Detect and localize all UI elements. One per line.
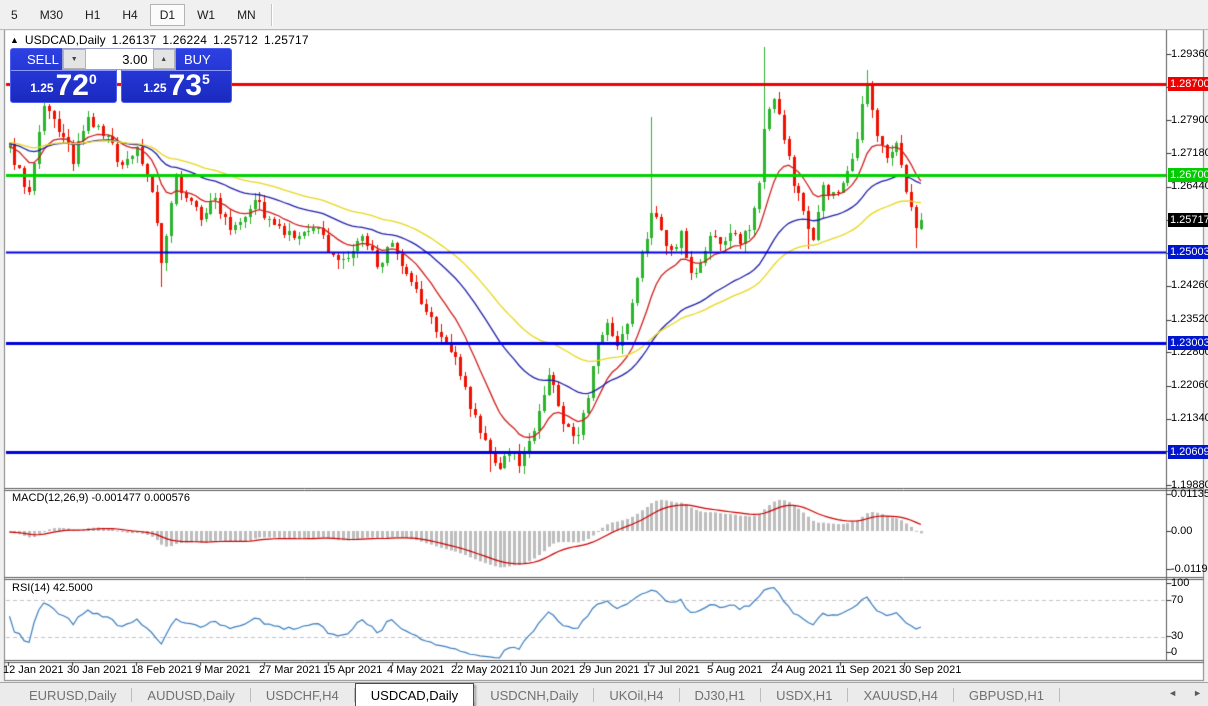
ohlc-close: 1.25717 (263, 33, 309, 47)
volume-input[interactable] (85, 49, 153, 69)
sell-price: 1.25 72 0 (11, 70, 116, 102)
chart-tab-bar: EURUSD,Daily AUDUSD,Daily USDCHF,H4 USDCAD,… (0, 682, 1208, 706)
macd-axis-tick: 0.01135 (1171, 487, 1208, 500)
buy-price-small: 1.25 (143, 81, 167, 95)
date-axis-tick: 15 Apr 2021 (323, 664, 383, 676)
price-badge-1.20609: 1.20609 (1168, 444, 1208, 459)
macd-axis-tick: 0.00 (1171, 524, 1193, 537)
date-axis-tick: 24 Aug 2021 (771, 664, 833, 676)
toolbar-separator (270, 3, 273, 26)
tab-audusd-daily[interactable]: AUDUSD,Daily (132, 683, 249, 706)
volume-increase-button[interactable]: ▲ (152, 49, 175, 69)
date-axis-tick: 9 Mar 2021 (195, 664, 251, 676)
timeframe-button-h4[interactable]: H4 (112, 4, 147, 26)
symbol-label: USDCAD,Daily (24, 33, 106, 47)
date-axis-tick: 17 Jul 2021 (643, 664, 700, 676)
price-axis-tick: 1.21340 (1171, 412, 1208, 425)
price-axis-tick: 1.24260 (1171, 279, 1208, 292)
timeframe-button-h1[interactable]: H1 (75, 4, 110, 26)
rsi-axis-tick: 0 (1171, 646, 1178, 658)
scroll-right-icon[interactable]: ► (1193, 688, 1202, 698)
tab-usdx-h1[interactable]: USDX,H1 (761, 683, 847, 706)
date-axis-tick: 4 May 2021 (387, 664, 445, 676)
rsi-axis-tick: 30 (1171, 630, 1184, 642)
price-axis-tick: 1.22060 (1171, 379, 1208, 392)
rsi-label: RSI(14) 42.5000 (12, 582, 93, 594)
tab-dj30-h1[interactable]: DJ30,H1 (680, 683, 761, 706)
sell-price-small: 1.25 (30, 81, 54, 95)
macd-axis-tick: -0.01190 (1171, 562, 1208, 575)
date-axis-tick: 29 Jun 2021 (579, 664, 640, 676)
price-badge-1.25717: 1.25717 (1168, 212, 1208, 227)
tab-gbpusd-h1[interactable]: GBPUSD,H1 (954, 683, 1059, 706)
tab-usdcad-daily[interactable]: USDCAD,Daily (354, 683, 475, 706)
ohlc-open: 1.26137 (111, 33, 157, 47)
macd-label: MACD(12,26,9) -0.001477 0.000576 (12, 492, 190, 504)
price-axis-tick: 1.27900 (1171, 113, 1208, 126)
date-axis-tick: 30 Jan 2021 (67, 664, 128, 676)
sell-price-sup: 0 (88, 71, 97, 87)
tab-scroll-arrows: ◄ ► (1168, 688, 1202, 698)
price-badge-1.25003: 1.25003 (1168, 245, 1208, 260)
price-axis-tick: 1.29360 (1171, 47, 1208, 60)
buy-price-big: 73 (168, 69, 202, 102)
scroll-left-icon[interactable]: ◄ (1168, 688, 1177, 698)
ohlc-high: 1.26224 (162, 33, 208, 47)
buy-price: 1.25 73 5 (122, 70, 231, 102)
date-axis-tick: 27 Mar 2021 (259, 664, 321, 676)
date-axis-tick: 10 Jun 2021 (515, 664, 576, 676)
mt4-window: 5 M30 H1 H4 D1 W1 MN ▲ USDCAD,Daily 1.26137 1.… (0, 0, 1208, 706)
volume-decrease-button[interactable]: ▼ (63, 49, 86, 69)
rsi-axis-tick: 100 (1171, 577, 1190, 589)
tab-divider (1059, 688, 1060, 702)
chart-title: ▲ USDCAD,Daily 1.26137 1.26224 1.25712 1… (10, 33, 309, 47)
date-axis-tick: 22 May 2021 (451, 664, 515, 676)
price-badge-1.26700: 1.26700 (1168, 168, 1208, 182)
tab-usdchf-h4[interactable]: USDCHF,H4 (251, 683, 354, 706)
price-axis-tick: 1.27180 (1171, 146, 1208, 159)
price-axis-tick: 1.26440 (1171, 180, 1208, 193)
date-axis-tick: 30 Sep 2021 (899, 664, 962, 676)
chart-canvas[interactable] (0, 0, 1208, 706)
sell-price-big: 72 (55, 69, 89, 102)
tab-usdcnh-daily[interactable]: USDCNH,Daily (475, 683, 593, 706)
date-axis-tick: 5 Aug 2021 (707, 664, 763, 676)
sell-button-label: SELL (27, 52, 59, 67)
price-badge-1.28700: 1.28700 (1168, 77, 1208, 92)
date-axis-tick: 18 Feb 2021 (131, 664, 193, 676)
tab-xauusd-h4[interactable]: XAUUSD,H4 (848, 683, 952, 706)
tab-eurusd-daily[interactable]: EURUSD,Daily (14, 683, 131, 706)
buy-price-sup: 5 (201, 71, 210, 87)
timeframe-button-d1[interactable]: D1 (149, 3, 186, 26)
timeframe-button-mn[interactable]: MN (227, 4, 266, 26)
timeframe-button-w1[interactable]: W1 (187, 4, 225, 26)
tab-ukoil-h4[interactable]: UKOil,H4 (594, 683, 678, 706)
one-click-trading-panel: SELL 1.25 72 0 BUY 1.25 73 5 ▼ ▲ (10, 48, 232, 103)
buy-button-label: BUY (184, 52, 211, 67)
price-badge-1.23003: 1.23003 (1168, 336, 1208, 351)
timeframe-toolbar: 5 M30 H1 H4 D1 W1 MN (0, 0, 1208, 30)
timeframe-button-m30[interactable]: M30 (30, 4, 73, 26)
date-axis-tick: 11 Sep 2021 (835, 664, 897, 676)
date-axis-tick: 12 Jan 2021 (3, 664, 64, 676)
collapse-panel-icon[interactable]: ▲ (10, 35, 19, 45)
price-axis-tick: 1.23520 (1171, 313, 1208, 326)
timeframe-button-5[interactable]: 5 (1, 4, 28, 26)
volume-control: ▼ ▲ (62, 48, 176, 70)
rsi-axis-tick: 70 (1171, 594, 1184, 606)
ohlc-low: 1.25712 (213, 33, 258, 47)
